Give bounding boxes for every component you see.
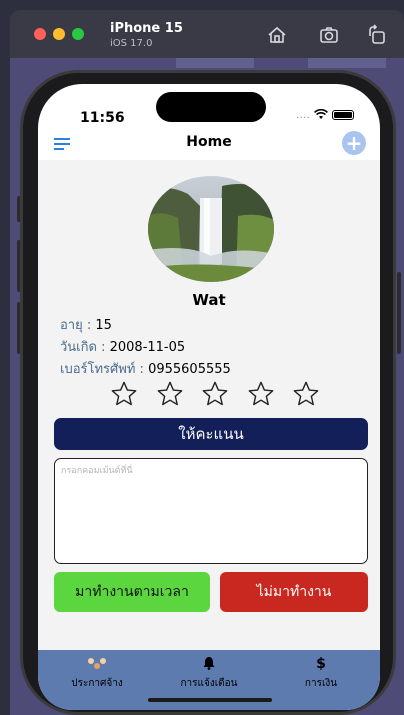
zoom-window-button[interactable] bbox=[72, 28, 84, 40]
star-icon[interactable] bbox=[247, 380, 275, 408]
simulator-title-bar: iPhone 15 iOS 17.0 bbox=[10, 10, 404, 58]
present-on-time-button[interactable]: มาทำงานตามเวลา bbox=[54, 572, 210, 612]
birthdate-value: 2008-11-05 bbox=[109, 340, 186, 355]
star-rating bbox=[110, 380, 320, 408]
status-indicators: .... bbox=[296, 108, 354, 121]
tab-finance[interactable]: $ การเงิน bbox=[266, 656, 376, 691]
plus-icon[interactable]: + bbox=[342, 131, 366, 155]
phone-value: 0955605555 bbox=[148, 362, 231, 377]
close-window-button[interactable] bbox=[34, 28, 46, 40]
employee-name: Wat bbox=[192, 291, 226, 309]
tab-label: การแจ้งเตือน bbox=[180, 678, 238, 689]
tab-label: การเงิน bbox=[304, 678, 338, 689]
age-value: 15 bbox=[95, 318, 112, 333]
tab-notifications[interactable]: การแจ้งเตือน bbox=[154, 656, 264, 691]
app-header: Home + bbox=[38, 128, 380, 160]
status-time: 11:56 bbox=[80, 110, 125, 126]
tab-label: ประกาศจ้าง bbox=[71, 678, 123, 689]
signal-indicator: .... bbox=[296, 108, 310, 121]
battery-icon bbox=[332, 109, 354, 120]
phone-screen: 11:56 .... Home + Wat อายุ: 15 วันเกิด … bbox=[38, 84, 380, 710]
birthdate-label: วันเกิด : bbox=[60, 340, 106, 355]
dots-icon bbox=[42, 656, 152, 672]
bell-icon bbox=[154, 656, 264, 672]
minimize-window-button[interactable] bbox=[53, 28, 65, 40]
star-icon[interactable] bbox=[110, 380, 138, 408]
power-button bbox=[397, 272, 401, 354]
backdrop-decoration bbox=[308, 58, 386, 68]
wifi-icon bbox=[314, 109, 328, 119]
rate-button[interactable]: ให้คะแนน bbox=[54, 418, 368, 450]
comment-textarea[interactable]: กรอกคอมเม้นต์ที่นี่ bbox=[54, 458, 368, 564]
simulator-window: iPhone 15 iOS 17.0 11:56 .... Home + Wat… bbox=[0, 0, 404, 715]
age-row: อายุ : 15 bbox=[60, 314, 112, 335]
home-icon[interactable] bbox=[266, 24, 288, 46]
phone-row: เบอร์โทรศัพท์ : 0955605555 bbox=[60, 358, 231, 379]
dynamic-island bbox=[156, 92, 266, 122]
page-title: Home bbox=[186, 134, 232, 150]
rotate-icon[interactable] bbox=[366, 24, 388, 46]
star-icon[interactable] bbox=[292, 380, 320, 408]
birthdate-row: วันเกิด : 2008-11-05 bbox=[60, 336, 185, 357]
screenshot-icon[interactable] bbox=[318, 24, 340, 46]
dollar-icon: $ bbox=[316, 656, 326, 672]
phone-label: เบอร์โทรศัพท์ : bbox=[60, 362, 144, 377]
absent-button[interactable]: ไม่มาทำงาน bbox=[220, 572, 368, 612]
device-name: iPhone 15 bbox=[110, 21, 183, 36]
star-icon[interactable] bbox=[156, 380, 184, 408]
star-icon[interactable] bbox=[201, 380, 229, 408]
tab-announcements[interactable]: ประกาศจ้าง bbox=[42, 656, 152, 691]
backdrop-decoration bbox=[176, 58, 254, 68]
profile-avatar[interactable] bbox=[148, 176, 274, 282]
home-indicator bbox=[148, 698, 272, 702]
age-label: อายุ : bbox=[60, 318, 92, 333]
os-version: iOS 17.0 bbox=[110, 38, 153, 49]
